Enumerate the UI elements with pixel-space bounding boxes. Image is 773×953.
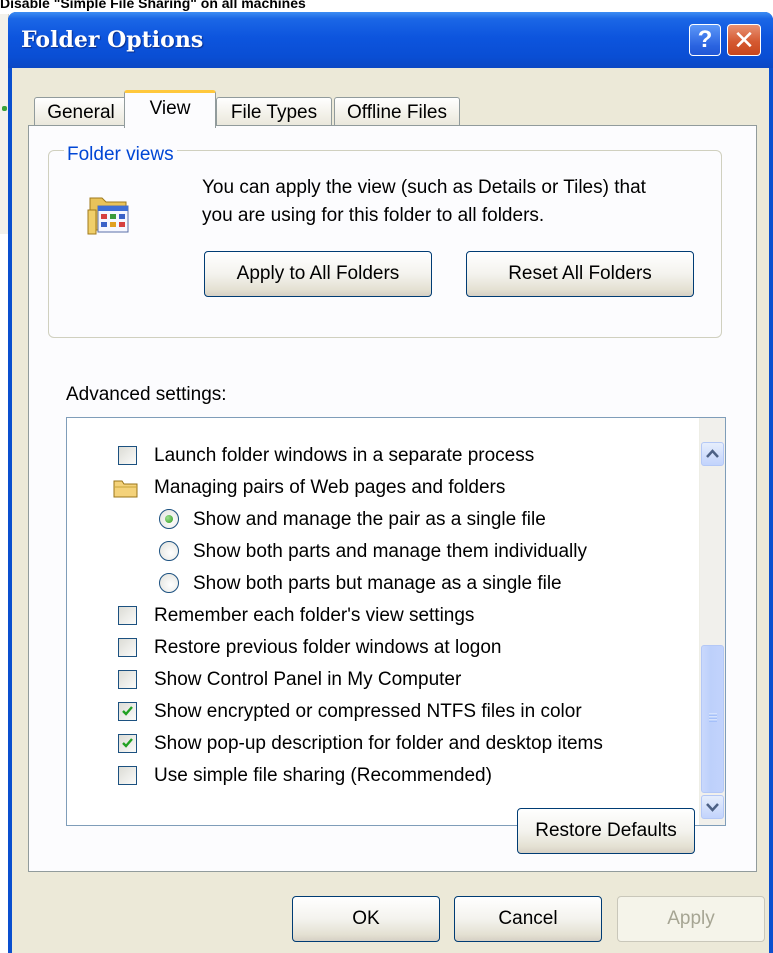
advanced-settings-list[interactable]: Launch folder windows in a separate proc… [66, 417, 726, 826]
list-item-label: Show both parts but manage as a single f… [193, 573, 562, 594]
help-button[interactable]: ? [689, 24, 721, 56]
checkbox[interactable] [118, 446, 137, 465]
folder-views-description-line2: you are using for this folder to all fol… [202, 205, 545, 226]
list-item-remember-view-settings[interactable]: Remember each folder's view settings [67, 600, 699, 632]
tab-general-label: General [47, 102, 115, 123]
help-icon: ? [697, 26, 713, 53]
checkbox-checked[interactable] [118, 702, 137, 721]
list-item-label: Show pop-up description for folder and d… [154, 733, 603, 754]
ok-button[interactable]: OK [292, 896, 440, 942]
list-item-both-parts-individually[interactable]: Show both parts and manage them individu… [67, 536, 699, 568]
background-green-icon [2, 106, 7, 111]
close-button[interactable]: ✕ [727, 24, 761, 56]
checkbox-checked[interactable] [118, 734, 137, 753]
folder-views-title: Folder views [64, 144, 177, 166]
page-caption: Disable "Simple File Sharing" on all mac… [0, 0, 306, 11]
tab-view[interactable]: View [124, 90, 216, 128]
grip-icon [709, 713, 717, 722]
checkbox[interactable] [118, 670, 137, 689]
folder-views-description-line1: You can apply the view (such as Details … [202, 177, 646, 198]
restore-defaults-button[interactable]: Restore Defaults [517, 808, 695, 854]
advanced-settings-label: Advanced settings: [66, 384, 227, 405]
checkmark-icon [122, 738, 133, 748]
tab-offline-files-label: Offline Files [347, 102, 447, 123]
list-item-show-encrypted-color[interactable]: Show encrypted or compressed NTFS files … [67, 696, 699, 728]
scroll-thumb[interactable] [701, 645, 724, 793]
reset-all-folders-button[interactable]: Reset All Folders [466, 251, 694, 297]
cancel-button[interactable]: Cancel [454, 896, 602, 942]
tab-file-types-label: File Types [230, 102, 318, 123]
list-item-restore-previous-windows[interactable]: Restore previous folder windows at logon [67, 632, 699, 664]
chevron-up-icon [706, 449, 719, 458]
list-item-label: Restore previous folder windows at logon [154, 637, 502, 658]
apply-button: Apply [617, 896, 765, 942]
dialog-body: General View File Types Offline Files Fo… [12, 68, 769, 953]
list-item-both-parts-single-file[interactable]: Show both parts but manage as a single f… [67, 568, 699, 600]
apply-to-all-folders-button[interactable]: Apply to All Folders [204, 251, 432, 297]
radio-button[interactable] [159, 541, 179, 561]
folder-views-description: You can apply the view (such as Details … [202, 174, 722, 230]
list-item-show-control-panel[interactable]: Show Control Panel in My Computer [67, 664, 699, 696]
window-title: Folder Options [21, 27, 204, 53]
close-icon: ✕ [733, 25, 755, 55]
tab-view-label: View [149, 98, 191, 119]
list-item-label: Show and manage the pair as a single fil… [193, 509, 546, 530]
scroll-up-button[interactable] [701, 442, 724, 466]
vertical-scrollbar[interactable] [699, 418, 725, 825]
folder-options-dialog: Folder Options ? ✕ General View File Typ… [8, 12, 773, 953]
folder-view-icon [87, 197, 129, 235]
list-item-pair-single-file[interactable]: Show and manage the pair as a single fil… [67, 504, 699, 536]
list-item-label: Show encrypted or compressed NTFS files … [154, 701, 582, 722]
list-item-label: Use simple file sharing (Recommended) [154, 765, 492, 786]
checkmark-icon [122, 706, 133, 716]
list-item-label: Show Control Panel in My Computer [154, 669, 462, 690]
list-item-label: Launch folder windows in a separate proc… [154, 445, 535, 466]
checkbox[interactable] [118, 766, 137, 785]
radio-dot [165, 515, 173, 523]
list-item-label: Managing pairs of Web pages and folders [154, 477, 506, 498]
radio-button-selected[interactable] [159, 509, 179, 529]
checkbox[interactable] [118, 638, 137, 657]
list-item-label: Remember each folder's view settings [154, 605, 475, 626]
folder-icon [113, 480, 138, 498]
list-item-simple-file-sharing[interactable]: Use simple file sharing (Recommended) [67, 760, 699, 792]
list-item-launch-separate-process[interactable]: Launch folder windows in a separate proc… [67, 440, 699, 472]
list-item-label: Show both parts and manage them individu… [193, 541, 587, 562]
chevron-down-icon [706, 803, 719, 812]
list-item-managing-web-pages: Managing pairs of Web pages and folders [67, 472, 699, 504]
list-item-show-popup-description[interactable]: Show pop-up description for folder and d… [67, 728, 699, 760]
scroll-down-button[interactable] [701, 795, 724, 819]
checkbox[interactable] [118, 606, 137, 625]
title-bar[interactable]: Folder Options ? ✕ [8, 12, 773, 68]
radio-button[interactable] [159, 573, 179, 593]
